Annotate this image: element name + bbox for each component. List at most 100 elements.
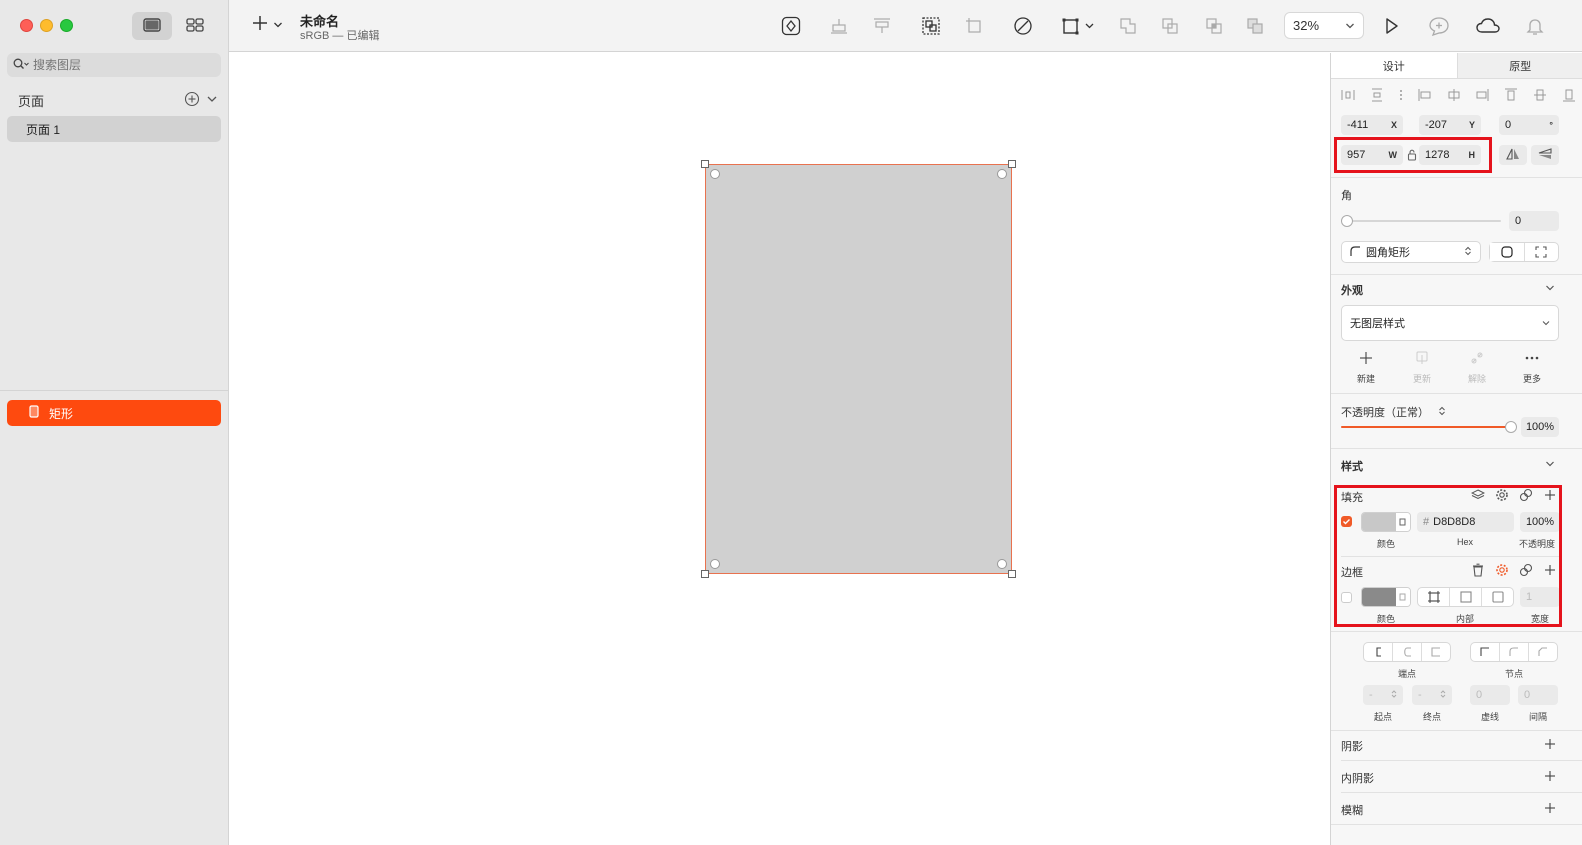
resize-handle-bottom-right[interactable] — [1008, 570, 1016, 578]
more-icon[interactable] — [1525, 351, 1539, 365]
align-top-icon[interactable] — [1504, 88, 1518, 105]
resize-handle-top-left[interactable] — [701, 160, 709, 168]
fill-hex-field[interactable]: # D8D8D8 — [1417, 512, 1514, 532]
fill-opacity-field[interactable]: 100% — [1520, 512, 1560, 532]
corner-radius-field[interactable]: 0 — [1509, 211, 1559, 231]
corner-radius-handle[interactable] — [710, 169, 720, 179]
intersect-icon[interactable] — [1202, 14, 1226, 38]
chevron-down-icon[interactable] — [1543, 457, 1557, 471]
selected-rectangle[interactable] — [705, 164, 1012, 574]
detach-style-icon[interactable] — [1470, 351, 1484, 365]
comment-icon[interactable] — [1427, 14, 1451, 38]
resize-handle-bottom-left[interactable] — [701, 570, 709, 578]
add-page-icon[interactable] — [184, 91, 200, 110]
single-view-button[interactable] — [132, 12, 172, 40]
chevron-down-icon[interactable] — [1543, 281, 1557, 295]
align-top-icon[interactable] — [870, 14, 894, 38]
align-right-icon[interactable] — [1475, 88, 1489, 105]
insert-button[interactable] — [251, 14, 283, 35]
joint-miter-icon[interactable] — [1471, 643, 1500, 661]
border-position-toggle[interactable] — [1417, 587, 1514, 607]
edit-path-icon[interactable] — [1011, 14, 1035, 38]
flip-vertical-button[interactable] — [1531, 145, 1559, 165]
border-center-icon[interactable] — [1418, 588, 1450, 606]
layer-item-rectangle[interactable]: 矩形 — [7, 400, 221, 426]
mask-icon[interactable] — [919, 14, 943, 38]
start-arrow-field[interactable]: - — [1363, 685, 1403, 705]
difference-icon[interactable] — [1243, 14, 1267, 38]
layer-style-select[interactable]: 无图层样式 — [1341, 305, 1559, 341]
link-icon[interactable] — [1519, 563, 1533, 577]
layer-search[interactable] — [7, 53, 221, 77]
collapse-pages-chevron-icon[interactable] — [206, 93, 218, 107]
layers-icon[interactable] — [1471, 488, 1485, 502]
joint-bevel-icon[interactable] — [1529, 643, 1557, 661]
gear-icon[interactable] — [1495, 563, 1509, 577]
opacity-field[interactable]: 100% — [1521, 417, 1559, 437]
canvas[interactable] — [229, 53, 1330, 845]
transform-menu-icon[interactable] — [1059, 14, 1099, 38]
cloud-icon[interactable] — [1474, 14, 1502, 38]
new-style-icon[interactable] — [1359, 351, 1373, 365]
resize-handle-top-right[interactable] — [1008, 160, 1016, 168]
scale-icon[interactable] — [962, 14, 986, 38]
gear-icon[interactable] — [1495, 488, 1509, 502]
update-style-icon[interactable] — [1415, 351, 1429, 365]
border-width-field[interactable]: 1 — [1520, 587, 1560, 607]
height-field[interactable]: 1278 H — [1419, 145, 1481, 165]
border-outside-icon[interactable] — [1482, 588, 1513, 606]
corner-radius-handle[interactable] — [997, 559, 1007, 569]
endpoint-round-icon[interactable] — [1393, 643, 1422, 661]
end-arrow-field[interactable]: - — [1412, 685, 1452, 705]
corner-mode-toggle[interactable] — [1489, 242, 1559, 262]
align-bottom-icon[interactable] — [1562, 88, 1576, 105]
play-icon[interactable] — [1379, 14, 1403, 38]
y-field[interactable]: -207 Y — [1419, 115, 1481, 135]
corner-radius-handle[interactable] — [710, 559, 720, 569]
border-enabled-checkbox[interactable] — [1341, 592, 1352, 603]
align-middle-icon[interactable] — [1533, 88, 1547, 105]
corner-radius-handle[interactable] — [997, 169, 1007, 179]
flip-horizontal-button[interactable] — [1499, 145, 1527, 165]
joint-toggle[interactable] — [1470, 642, 1558, 662]
grid-view-button[interactable] — [175, 12, 215, 40]
fill-enabled-checkbox[interactable] — [1341, 516, 1352, 527]
distribute-horizontal-icon[interactable] — [1341, 88, 1355, 105]
zoom-select[interactable]: 32% — [1284, 12, 1364, 39]
create-symbol-icon[interactable] — [779, 14, 803, 38]
tab-prototype[interactable]: 原型 — [1457, 53, 1582, 78]
opacity-slider[interactable] — [1341, 426, 1511, 428]
endpoint-butt-icon[interactable] — [1364, 643, 1393, 661]
rotation-field[interactable]: 0 ° — [1499, 115, 1559, 135]
add-blur-icon[interactable] — [1543, 801, 1557, 815]
corner-rounded-icon[interactable] — [1490, 243, 1525, 261]
close-window-button[interactable] — [20, 19, 33, 32]
align-center-h-icon[interactable] — [1447, 88, 1461, 105]
add-border-icon[interactable] — [1543, 563, 1557, 577]
trash-icon[interactable] — [1471, 563, 1485, 577]
gap-field[interactable]: 0 — [1518, 685, 1558, 705]
link-icon[interactable] — [1519, 488, 1533, 502]
joint-round-icon[interactable] — [1500, 643, 1529, 661]
page-item[interactable]: 页面 1 — [7, 116, 221, 142]
more-options-icon[interactable] — [1399, 88, 1403, 105]
opacity-slider-knob[interactable] — [1505, 421, 1517, 433]
blend-mode-stepper-icon[interactable] — [1435, 404, 1449, 418]
width-field[interactable]: 957 W — [1341, 145, 1403, 165]
add-inner-shadow-icon[interactable] — [1543, 769, 1557, 783]
align-bottom-icon[interactable] — [827, 14, 851, 38]
lock-ratio-icon[interactable] — [1405, 148, 1419, 162]
tab-design[interactable]: 设计 — [1331, 53, 1458, 78]
search-input[interactable] — [33, 58, 203, 72]
dash-field[interactable]: 0 — [1470, 685, 1510, 705]
distribute-vertical-icon[interactable] — [1370, 88, 1384, 105]
add-fill-icon[interactable] — [1543, 488, 1557, 502]
corner-style-select[interactable]: 圆角矩形 — [1341, 241, 1481, 263]
union-icon[interactable] — [1116, 14, 1140, 38]
subtract-icon[interactable] — [1158, 14, 1182, 38]
border-color-swatch[interactable] — [1361, 587, 1411, 607]
bell-icon[interactable] — [1523, 14, 1547, 38]
endpoint-toggle[interactable] — [1363, 642, 1451, 662]
x-field[interactable]: -411 X — [1341, 115, 1403, 135]
minimize-window-button[interactable] — [40, 19, 53, 32]
